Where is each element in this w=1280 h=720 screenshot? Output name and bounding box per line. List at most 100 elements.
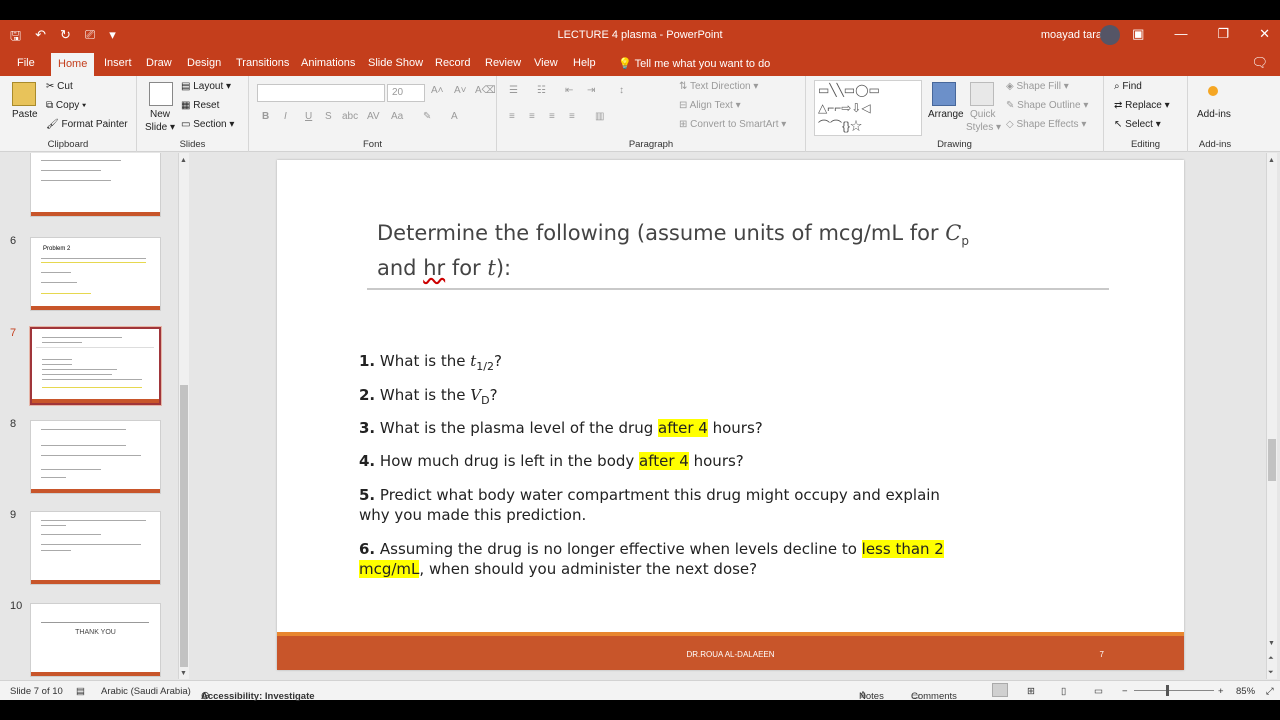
quick-styles-icon[interactable] bbox=[970, 82, 994, 106]
columns-icon[interactable]: ▥ bbox=[595, 111, 604, 122]
tab-review[interactable]: Review bbox=[478, 55, 528, 71]
underline-icon[interactable]: U bbox=[305, 111, 312, 122]
tab-design[interactable]: Design bbox=[180, 55, 228, 71]
numbering-icon[interactable]: ☷ bbox=[537, 85, 546, 96]
slide-title[interactable]: Determine the following (assume units of… bbox=[377, 220, 997, 282]
tab-slide-show[interactable]: Slide Show bbox=[361, 55, 430, 71]
layout-button[interactable]: ▤ Layout ▾ bbox=[181, 81, 231, 92]
ribbon-display-icon[interactable]: ▣ bbox=[1132, 26, 1144, 42]
scroll-down-icon[interactable]: ▼ bbox=[180, 670, 187, 677]
tab-home[interactable]: Home bbox=[51, 53, 95, 76]
strike-icon[interactable]: abc bbox=[342, 111, 358, 122]
slideshow-view-icon[interactable]: ▭ bbox=[1094, 686, 1103, 697]
align-left-icon[interactable]: ≡ bbox=[509, 111, 515, 122]
text-direction-button[interactable]: ⇅ Text Direction ▾ bbox=[679, 81, 758, 92]
user-name[interactable]: moayad tara bbox=[1041, 29, 1102, 41]
quick-styles-label-1[interactable]: Quick bbox=[970, 109, 996, 120]
find-button[interactable]: ⌕ Find bbox=[1114, 81, 1142, 92]
new-slide-label-1[interactable]: New bbox=[150, 109, 170, 120]
question-5[interactable]: 5. Predict what body water compartment t… bbox=[359, 485, 959, 525]
slide-thumbnail[interactable] bbox=[30, 420, 161, 494]
addins-button[interactable]: Add-ins bbox=[1197, 109, 1231, 120]
shrink-font-icon[interactable]: A˅ bbox=[454, 85, 467, 96]
clear-format-icon[interactable]: A⌫ bbox=[475, 85, 496, 96]
scroll-down-icon[interactable]: ▼ bbox=[1268, 640, 1275, 647]
font-color-icon[interactable]: A bbox=[451, 111, 458, 122]
increase-indent-icon[interactable]: ⇥ bbox=[587, 85, 595, 96]
paste-button[interactable]: Paste bbox=[12, 109, 38, 120]
new-slide-label-2[interactable]: Slide ▾ bbox=[145, 122, 175, 133]
minimize-icon[interactable]: — bbox=[1174, 26, 1187, 42]
select-button[interactable]: ↖ Select ▾ bbox=[1114, 119, 1161, 130]
slide-thumbnail[interactable] bbox=[30, 153, 161, 217]
scroll-up-icon[interactable]: ▲ bbox=[180, 157, 187, 164]
shape-outline-button[interactable]: ✎ Shape Outline ▾ bbox=[1006, 100, 1088, 111]
arrange-button[interactable]: Arrange bbox=[928, 109, 964, 120]
shapes-gallery[interactable]: ▭╲╲▭◯▭ △⌐⌐⇨⇩◁ ⌒⌒{}☆ bbox=[814, 80, 922, 136]
line-spacing-icon[interactable]: ↕ bbox=[619, 85, 624, 96]
tell-me-search[interactable]: 💡 Tell me what you want to do bbox=[618, 57, 770, 70]
spell-check-icon[interactable]: ▤ bbox=[76, 686, 85, 697]
tab-record[interactable]: Record bbox=[428, 55, 477, 71]
thumbnails-scrollbar[interactable]: ▲ ▼ bbox=[178, 153, 189, 679]
tab-file[interactable]: File bbox=[10, 55, 42, 71]
highlight-icon[interactable]: ✎ bbox=[423, 111, 431, 122]
next-slide-icon[interactable]: ⏷ bbox=[1268, 669, 1274, 677]
grow-font-icon[interactable]: A˄ bbox=[431, 85, 444, 96]
scroll-up-icon[interactable]: ▲ bbox=[1268, 157, 1275, 164]
section-button[interactable]: ▭ Section ▾ bbox=[181, 119, 234, 130]
replace-button[interactable]: ⇄ Replace ▾ bbox=[1114, 100, 1170, 111]
tab-transitions[interactable]: Transitions bbox=[229, 55, 296, 71]
question-2[interactable]: 2. What is the VD? bbox=[359, 385, 959, 411]
italic-icon[interactable]: I bbox=[284, 111, 287, 122]
paste-icon[interactable] bbox=[12, 82, 36, 106]
question-3[interactable]: 3. What is the plasma level of the drug … bbox=[359, 418, 959, 438]
zoom-in-icon[interactable]: + bbox=[1218, 686, 1224, 697]
restore-icon[interactable]: ❐ bbox=[1217, 26, 1229, 42]
language-indicator[interactable]: Arabic (Saudi Arabia) bbox=[101, 686, 191, 697]
addins-icon[interactable] bbox=[1208, 86, 1218, 96]
previous-slide-icon[interactable]: ⏶ bbox=[1268, 655, 1274, 663]
bold-icon[interactable]: B bbox=[262, 111, 269, 122]
slide-scrollbar[interactable]: ▲ ▼ ⏶ ⏷ bbox=[1266, 153, 1277, 679]
case-icon[interactable]: Aa bbox=[391, 111, 403, 122]
tab-insert[interactable]: Insert bbox=[97, 55, 139, 71]
tab-view[interactable]: View bbox=[527, 55, 565, 71]
zoom-slider-thumb[interactable] bbox=[1166, 685, 1169, 696]
zoom-out-icon[interactable]: − bbox=[1122, 686, 1128, 697]
tab-animations[interactable]: Animations bbox=[294, 55, 362, 71]
spacing-icon[interactable]: AV bbox=[367, 111, 380, 122]
font-name-box[interactable] bbox=[257, 84, 385, 102]
slide-thumbnail[interactable] bbox=[30, 511, 161, 585]
scroll-thumb[interactable] bbox=[1268, 439, 1276, 481]
align-right-icon[interactable]: ≡ bbox=[549, 111, 555, 122]
font-size-box[interactable]: 20 bbox=[387, 84, 425, 102]
arrange-icon[interactable] bbox=[932, 82, 956, 106]
quick-styles-label-2[interactable]: Styles ▾ bbox=[966, 122, 1001, 133]
question-1[interactable]: 1. What is the t1/2? bbox=[359, 351, 959, 377]
tab-draw[interactable]: Draw bbox=[139, 55, 179, 71]
bullets-icon[interactable]: ☰ bbox=[509, 85, 518, 96]
tab-help[interactable]: Help bbox=[566, 55, 603, 71]
slide-thumbnail[interactable]: Problem 2 bbox=[30, 237, 161, 311]
slide-thumbnail-selected[interactable] bbox=[30, 327, 161, 405]
zoom-level[interactable]: 85% bbox=[1236, 686, 1255, 697]
question-6[interactable]: 6. Assuming the drug is no longer effect… bbox=[359, 539, 959, 579]
avatar[interactable] bbox=[1100, 25, 1120, 45]
normal-view-icon[interactable] bbox=[992, 683, 1008, 697]
close-icon[interactable]: ✕ bbox=[1259, 26, 1270, 42]
align-text-button[interactable]: ⊟ Align Text ▾ bbox=[679, 100, 741, 111]
comments-pane-icon[interactable]: 🗨 bbox=[1251, 55, 1268, 71]
scroll-thumb[interactable] bbox=[180, 385, 188, 667]
reset-button[interactable]: ▦ Reset bbox=[181, 100, 219, 111]
reading-view-icon[interactable]: ▯ bbox=[1061, 686, 1066, 697]
shape-effects-button[interactable]: ◇ Shape Effects ▾ bbox=[1006, 119, 1086, 130]
zoom-slider[interactable] bbox=[1134, 690, 1214, 691]
copy-button[interactable]: ⧉ Copy ▾ bbox=[46, 100, 86, 111]
justify-icon[interactable]: ≡ bbox=[569, 111, 575, 122]
decrease-indent-icon[interactable]: ⇤ bbox=[565, 85, 573, 96]
format-painter-button[interactable]: 🖌 Format Painter bbox=[46, 119, 128, 130]
align-center-icon[interactable]: ≡ bbox=[529, 111, 535, 122]
shape-fill-button[interactable]: ◈ Shape Fill ▾ bbox=[1006, 81, 1069, 92]
new-slide-icon[interactable] bbox=[149, 82, 173, 106]
